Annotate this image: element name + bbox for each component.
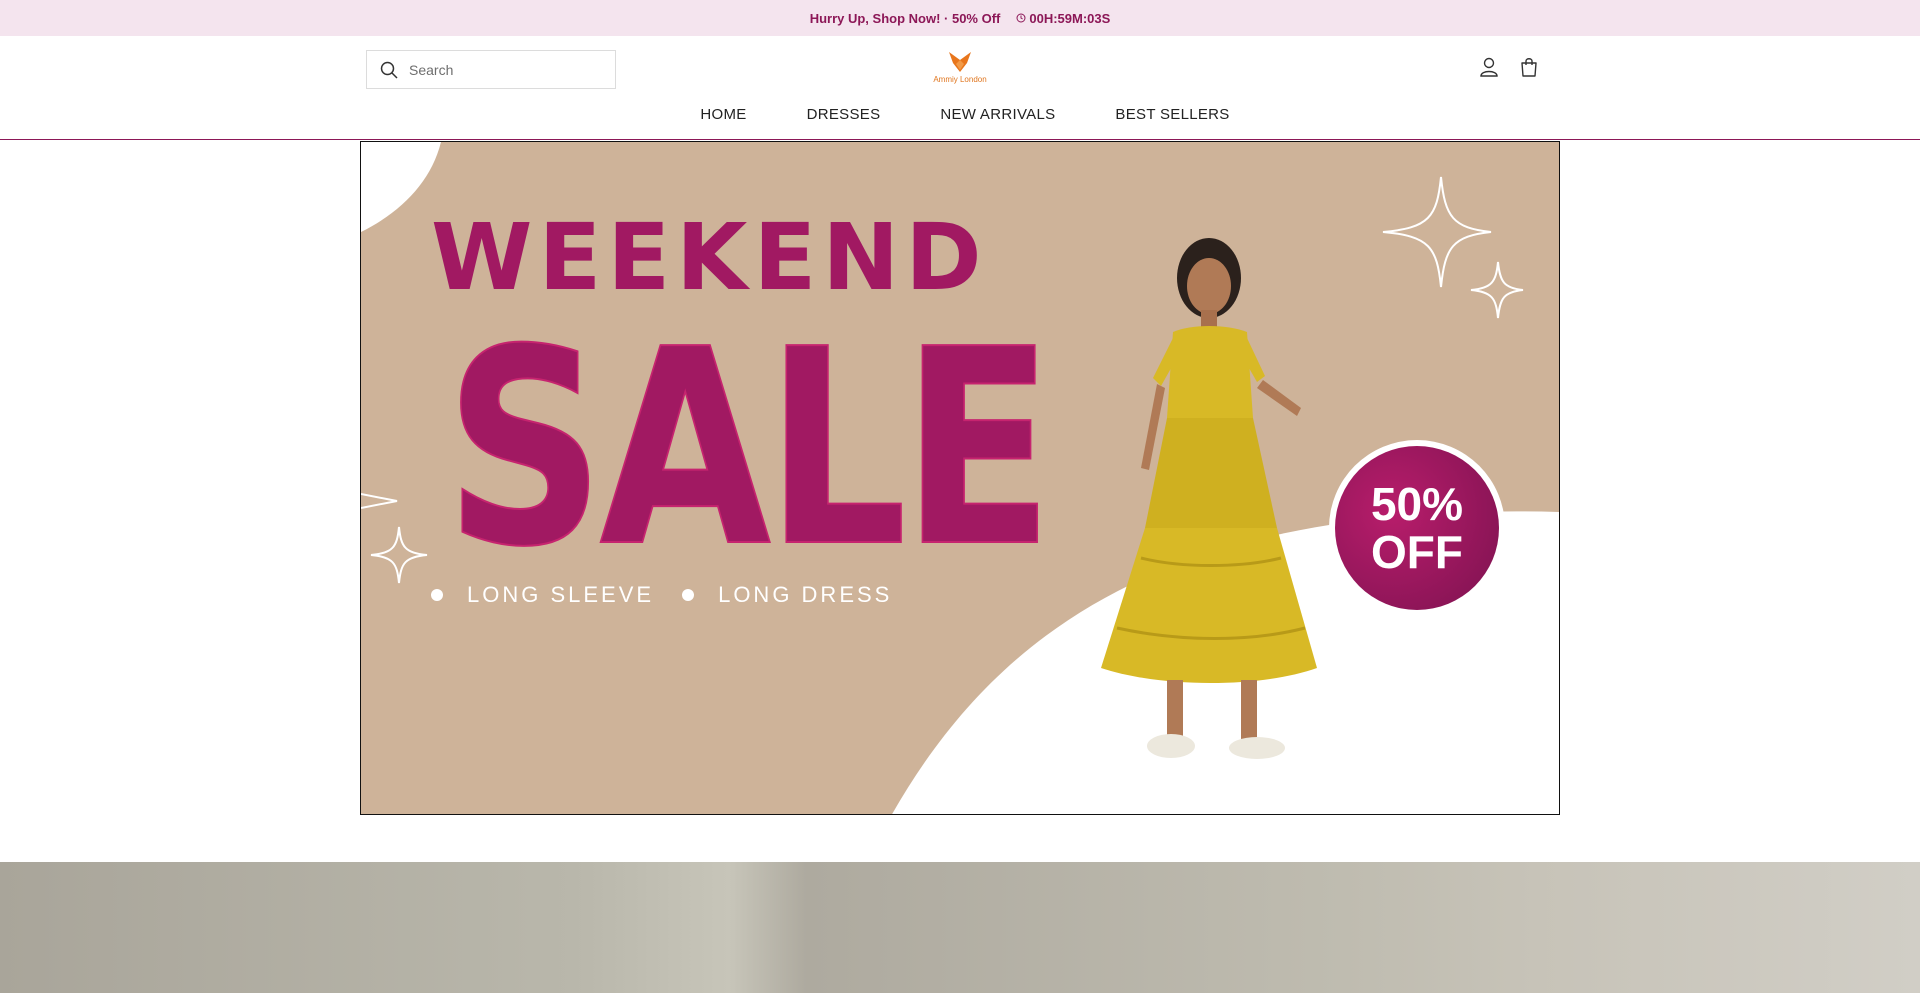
account-icon[interactable] [1478,56,1500,78]
search-input[interactable] [409,61,599,78]
discount-badge-inner: 50% OFF [1335,446,1499,610]
nav-best-sellers[interactable]: BEST SELLERS [1115,106,1229,123]
countdown-value: 00H:59M:03S [1029,10,1111,26]
next-section-image [0,862,1920,993]
nav-home[interactable]: HOME [700,106,746,123]
nav-dresses[interactable]: DRESSES [807,106,881,123]
main-nav: HOME DRESSES NEW ARRIVALS BEST SELLERS [0,106,1920,123]
product-tags: LONG SLEEVE LONG DRESS [431,582,892,608]
clock-icon [1016,13,1026,23]
tag-label: LONG SLEEVE [467,582,655,607]
bullet-dot [682,589,695,601]
announcement-bar: Hurry Up, Shop Now! · 50% Off 00H:59M:03… [0,0,1920,36]
discount-off: OFF [1371,526,1463,578]
search-icon[interactable] [379,60,399,80]
search-box[interactable] [366,50,616,89]
bullet-dot [431,589,443,601]
countdown-timer: 00H:59M:03S [1016,11,1110,26]
logo-text: Ammiy London [933,75,987,84]
announcement-text: Hurry Up, Shop Now! · 50% Off [809,10,1001,26]
site-header: Ammiy London HOME DRESSES NEW ARRIVALS B… [0,36,1920,140]
hero-banner[interactable]: WEEKEND SALE LONG SLEEVE LONG DRESS 50% [360,141,1560,815]
nav-new-arrivals[interactable]: NEW ARRIVALS [940,106,1055,123]
discount-percent: 50% [1370,477,1464,530]
header-actions [1478,56,1540,78]
headline-sale: SALE [444,291,1054,606]
brand-logo[interactable]: Ammiy London [930,50,990,90]
fox-logo-icon [949,52,971,72]
cart-bag-icon[interactable] [1518,56,1540,78]
discount-badge: 50% OFF [1329,440,1505,616]
tag-long-sleeve: LONG SLEEVE [431,582,654,608]
model-in-yellow-dress-image [1101,238,1317,759]
tag-label: LONG DRESS [718,582,893,607]
tag-long-dress: LONG DRESS [682,582,892,608]
